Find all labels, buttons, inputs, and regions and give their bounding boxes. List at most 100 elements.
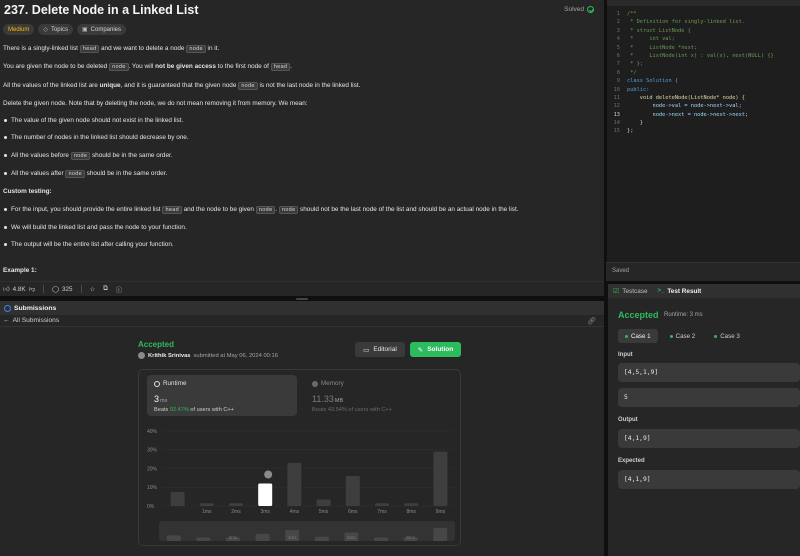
submitter-info: Krithik Srinivas submitted at May 06, 20… [138, 352, 278, 359]
like-button[interactable]: 👍︎ 4.8K 👎︎ [3, 285, 35, 294]
inline-code: head [79, 45, 100, 53]
runtime-bar[interactable] [404, 503, 419, 506]
runtime-bar-current[interactable] [258, 483, 273, 507]
code-line: 7 * }; [616, 61, 643, 68]
list-item: For the input, you should provide the en… [3, 205, 598, 215]
overview-bar [255, 533, 270, 541]
code-lines: 1/** 2 * Definition for singly-linked li… [607, 10, 800, 136]
code-line: 6 * ListNode(int x) : val(x), next(NULL)… [616, 52, 774, 59]
problem-footer: 👍︎ 4.8K 👎︎ ◯ 325 ☆ ⧉ ⓘ [0, 281, 604, 296]
comment-icon: ◯ [51, 285, 60, 293]
input-node-value[interactable]: 5 [618, 388, 800, 407]
runtime-bar[interactable] [433, 451, 448, 506]
tab-testcase[interactable]: ☑ Testcase [613, 287, 648, 296]
overview-tick-label: 6ms [347, 535, 356, 540]
comment-count: 325 [62, 285, 73, 293]
code-line: 10 public: [613, 86, 650, 93]
link-icon[interactable]: 🔗︎ [587, 317, 596, 325]
overview-tick-label: 2ms [229, 535, 238, 540]
desc-paragraph: You are given the node to be deleted nod… [3, 63, 292, 72]
inline-code: head [162, 205, 182, 214]
tab-label: Test Result [667, 287, 702, 295]
output-value[interactable]: [4,1,9] [618, 429, 800, 448]
editorial-label: Editorial [373, 346, 397, 353]
runtime-bar[interactable] [229, 503, 243, 506]
list-item: All the values after node should be in t… [3, 169, 598, 179]
tab-submissions[interactable]: Submissions [0, 301, 604, 315]
overview-bar [314, 536, 329, 541]
code-line: 15}; [613, 128, 634, 135]
runtime-bar[interactable] [316, 499, 331, 506]
inline-code: node [186, 45, 206, 53]
star-icon[interactable]: ☆ [90, 286, 96, 293]
solution-label: Solution [427, 346, 454, 353]
solved-status: Solved [564, 6, 594, 13]
y-tick-label: 0% [147, 504, 155, 510]
thumbs-down-icon[interactable]: 👎︎ [29, 285, 35, 293]
thumbs-up-icon: 👍︎ [3, 286, 10, 293]
code-line: 13 node->next = node->next->next; [613, 111, 749, 118]
case-tab-3[interactable]: Case 3 [707, 329, 747, 343]
code-line: 9 class Solution { [616, 78, 679, 85]
case-tab-2[interactable]: Case 2 [663, 329, 703, 343]
pass-dot-icon [625, 334, 628, 338]
help-icon[interactable]: ⓘ [116, 285, 122, 294]
pass-dot-icon [669, 334, 673, 338]
problem-tags: Medium ◇ Topics ▣ Companies [3, 24, 127, 35]
topics-tag[interactable]: ◇ Topics [38, 24, 73, 35]
x-tick-label: 7ms [377, 509, 387, 515]
case-tabs: Case 1 Case 2 Case 3 [618, 329, 747, 343]
example-heading: Example 1: [3, 267, 37, 275]
y-tick-label: 30% [147, 448, 158, 454]
tab-label: Submissions [14, 304, 57, 312]
divider [80, 285, 82, 293]
runtime-bar[interactable] [287, 462, 302, 506]
comments-button[interactable]: ◯ 325 [52, 286, 73, 293]
runtime-bar[interactable] [375, 503, 389, 506]
code-line: 8 */ [616, 69, 637, 76]
avatar[interactable] [138, 352, 145, 359]
runtime-distribution-chart[interactable]: 40% 30% 20% 10% 0% 1ms 2ms 3ms 4ms 5ms 6ms 7ms 8ms 9m… [139, 370, 462, 547]
case-tab-1[interactable]: Case 1 [618, 329, 658, 343]
overview-bar [374, 537, 388, 541]
all-submissions-label: All Submissions [12, 317, 60, 324]
share-icon[interactable]: ⧉ [103, 285, 108, 293]
all-submissions-link[interactable]: ← All Submissions 🔗︎ [0, 315, 604, 327]
code-editor[interactable]: 1/** 2 * Definition for singly-linked li… [607, 0, 800, 281]
runtime-bar[interactable] [199, 503, 214, 506]
solution-button[interactable]: ✎ Solution [410, 342, 461, 357]
history-icon [4, 304, 11, 312]
topics-label: Topics [50, 26, 68, 33]
username[interactable]: Krithik Srinivas [148, 353, 191, 359]
solved-label: Solved [564, 6, 584, 13]
inline-code: node [65, 170, 85, 179]
companies-tag[interactable]: ▣ Companies [76, 24, 127, 35]
runtime-bar[interactable] [170, 491, 185, 506]
test-panel: ☑ Testcase >_ Test Result Accepted Runtime… [608, 284, 800, 556]
input-head-value[interactable]: [4,5,1,9] [618, 363, 800, 382]
tab-test-result[interactable]: >_ Test Result [658, 288, 702, 295]
input-label: Input [618, 352, 633, 358]
code-line: 4 * int val; [616, 36, 675, 43]
problem-description: There is a singly-linked list head and w… [3, 44, 598, 284]
performance-card: Runtime 3ms Beats 92.47% of users with C… [138, 369, 461, 546]
list-item: The value of the given node should not e… [3, 116, 598, 125]
editorial-button[interactable]: ▭ Editorial [355, 342, 405, 357]
edit-icon: ✎ [417, 346, 424, 354]
book-icon: ▭ [363, 346, 370, 354]
code-line: 3 * struct ListNode { [616, 27, 691, 34]
x-tick-label: 1ms [202, 509, 212, 515]
runtime-bar[interactable] [345, 476, 360, 506]
x-tick-label: 9ms [436, 509, 446, 515]
overview-tick-label: 8ms [406, 535, 415, 540]
list-item: We will build the linked list and pass t… [3, 223, 598, 232]
requirements-list: The value of the given node should not e… [3, 116, 598, 179]
expected-value[interactable]: [4,1,9] [618, 470, 800, 489]
y-tick-label: 10% [147, 485, 158, 491]
custom-testing-heading: Custom testing: [3, 188, 52, 196]
difficulty-badge[interactable]: Medium [3, 24, 35, 35]
lock-icon: ▣ [81, 27, 88, 33]
list-item: The number of nodes in the linked list s… [3, 133, 598, 142]
problem-title: 237. Delete Node in a Linked List [4, 3, 199, 17]
code-line: 1/** [616, 11, 637, 17]
